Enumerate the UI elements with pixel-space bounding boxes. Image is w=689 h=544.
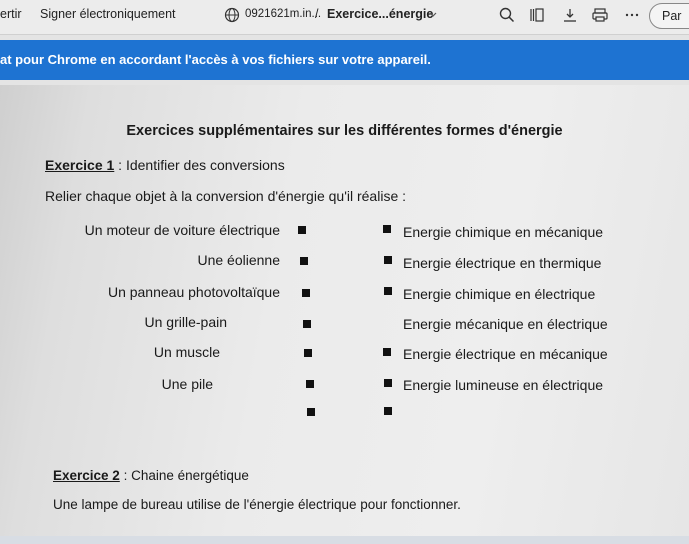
- chevron-down-icon[interactable]: [423, 5, 443, 25]
- left-dot-7: [307, 408, 315, 416]
- exercise-2-text: Une lampe de bureau utilise de l'énergie…: [53, 497, 461, 512]
- conversion-label-1: Energie chimique en mécanique: [403, 224, 604, 240]
- globe-icon: [222, 5, 242, 25]
- object-label-3: Un panneau photovoltaïque: [107, 284, 280, 300]
- print-icon[interactable]: [590, 5, 610, 25]
- right-dot-1: [383, 225, 391, 233]
- conversion-label-4: Energie mécanique en électrique: [403, 316, 608, 332]
- exercise-2-subtitle: : Chaine énergétique: [119, 468, 249, 483]
- object-label-4: Un grille-pain: [144, 314, 227, 330]
- exercise-1-subtitle: : Identifier des conversions: [114, 157, 285, 173]
- left-dot-3: [302, 289, 310, 297]
- exercise-2-heading: Exercice 2 : Chaine énergétique: [53, 468, 249, 483]
- conversion-label-6: Energie lumineuse en électrique: [403, 377, 604, 393]
- taskbar-edge: [0, 536, 689, 544]
- read-aloud-icon[interactable]: [527, 5, 547, 25]
- exercise-1-label: Exercice 1: [45, 157, 115, 173]
- download-icon[interactable]: [560, 5, 580, 25]
- conversion-label-3: Energie chimique en électrique: [403, 286, 596, 302]
- path-separator: /: [315, 7, 319, 21]
- pdf-toolbar: ertir Signer électroniquement 0921621m.i…: [0, 0, 689, 35]
- conversion-label-2: Energie électrique en thermique: [403, 255, 602, 271]
- left-dot-2: [300, 257, 308, 265]
- left-dot-6: [306, 380, 314, 388]
- object-label-2: Une éolienne: [197, 252, 280, 268]
- left-dot-4: [303, 320, 311, 328]
- exercise-1-heading: Exercice 1 : Identifier des conversions: [45, 157, 285, 173]
- page-title: Exercices supplémentaires sur les différ…: [126, 123, 563, 139]
- sign-electronically-button[interactable]: Signer électroniquement: [40, 7, 176, 21]
- conversion-label-5: Energie électrique en mécanique: [403, 346, 608, 362]
- search-icon[interactable]: [497, 5, 517, 25]
- right-dot-2: [384, 256, 392, 264]
- exercise-2-label: Exercice 2: [53, 468, 120, 483]
- right-dot-3: [384, 287, 392, 295]
- file-name: 0921621m.in...: [245, 8, 322, 20]
- document-name[interactable]: Exercice...énergie: [327, 7, 433, 21]
- right-dot-5: [383, 348, 391, 356]
- exercise-1-instruction: Relier chaque objet à la conversion d'én…: [45, 188, 407, 204]
- right-dot-7: [384, 407, 392, 415]
- toolbar-partial-item[interactable]: ertir: [0, 7, 22, 21]
- profile-button[interactable]: Par: [649, 3, 689, 29]
- file-access-banner: at pour Chrome en accordant l'accès à vo…: [0, 40, 689, 80]
- right-dot-6: [384, 379, 392, 387]
- object-label-1: Un moteur de voiture électrique: [84, 222, 280, 238]
- left-dot-1: [298, 226, 306, 234]
- object-label-5: Un muscle: [153, 344, 220, 360]
- object-label-6: Une pile: [161, 376, 213, 392]
- more-options-icon[interactable]: [622, 5, 642, 25]
- left-dot-5: [304, 349, 312, 357]
